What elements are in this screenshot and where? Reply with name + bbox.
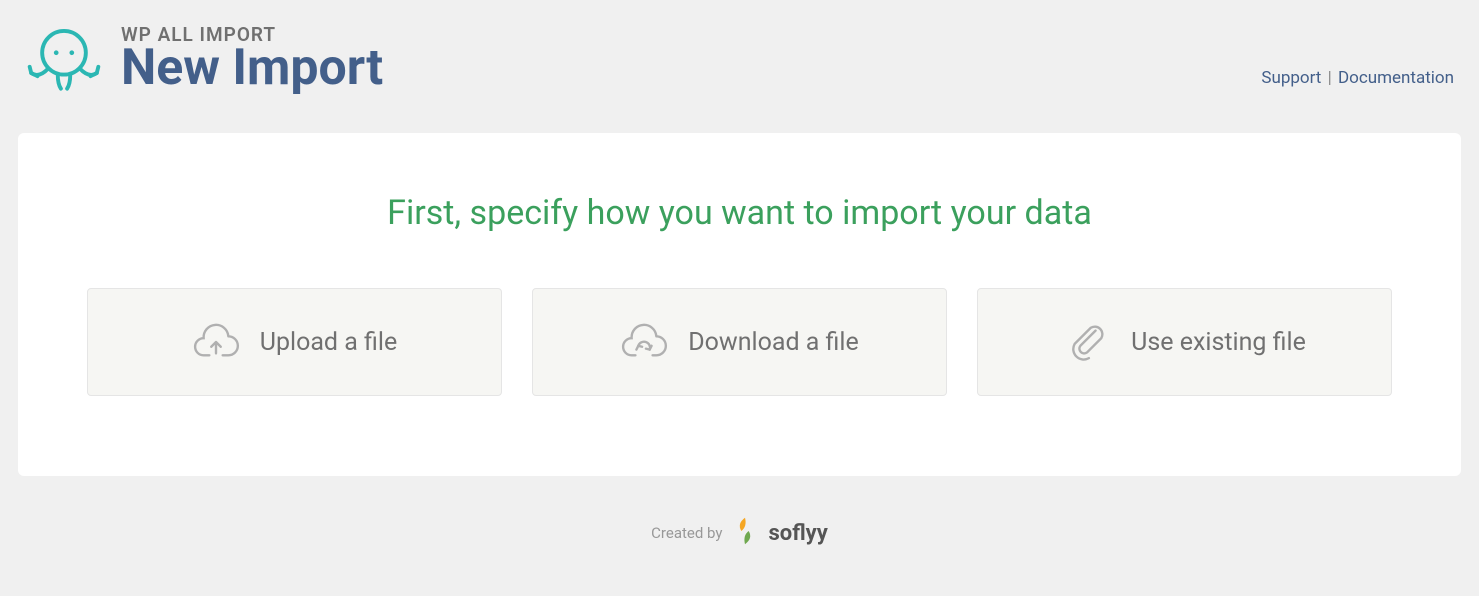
- main-card: First, specify how you want to import yo…: [18, 133, 1461, 476]
- title-block: WP ALL IMPORT New Import: [121, 23, 383, 96]
- documentation-link[interactable]: Documentation: [1338, 68, 1454, 88]
- created-by-label: Created by: [651, 524, 722, 542]
- paperclip-icon: [1063, 323, 1111, 361]
- option-label: Download a file: [688, 328, 858, 357]
- cloud-upload-icon: [192, 323, 240, 361]
- use-existing-file-button[interactable]: Use existing file: [977, 288, 1392, 396]
- page-title: New Import: [121, 41, 383, 96]
- soflyy-logo-icon: [734, 516, 756, 550]
- link-divider: |: [1328, 68, 1332, 88]
- import-options: Upload a file Download a file Use existi…: [78, 288, 1401, 396]
- footer: Created by soflyy: [0, 516, 1479, 550]
- option-label: Use existing file: [1131, 328, 1306, 357]
- option-label: Upload a file: [260, 328, 397, 357]
- support-link[interactable]: Support: [1261, 68, 1321, 88]
- header-left: WP ALL IMPORT New Import: [25, 20, 383, 98]
- upload-file-button[interactable]: Upload a file: [87, 288, 502, 396]
- main-heading: First, specify how you want to import yo…: [78, 193, 1401, 233]
- octopus-logo-icon: [25, 20, 103, 98]
- download-file-button[interactable]: Download a file: [532, 288, 947, 396]
- page-header: WP ALL IMPORT New Import Support | Docum…: [0, 0, 1479, 113]
- cloud-download-icon: [620, 323, 668, 361]
- brand-name: soflyy: [768, 521, 827, 546]
- header-links: Support | Documentation: [1261, 68, 1454, 88]
